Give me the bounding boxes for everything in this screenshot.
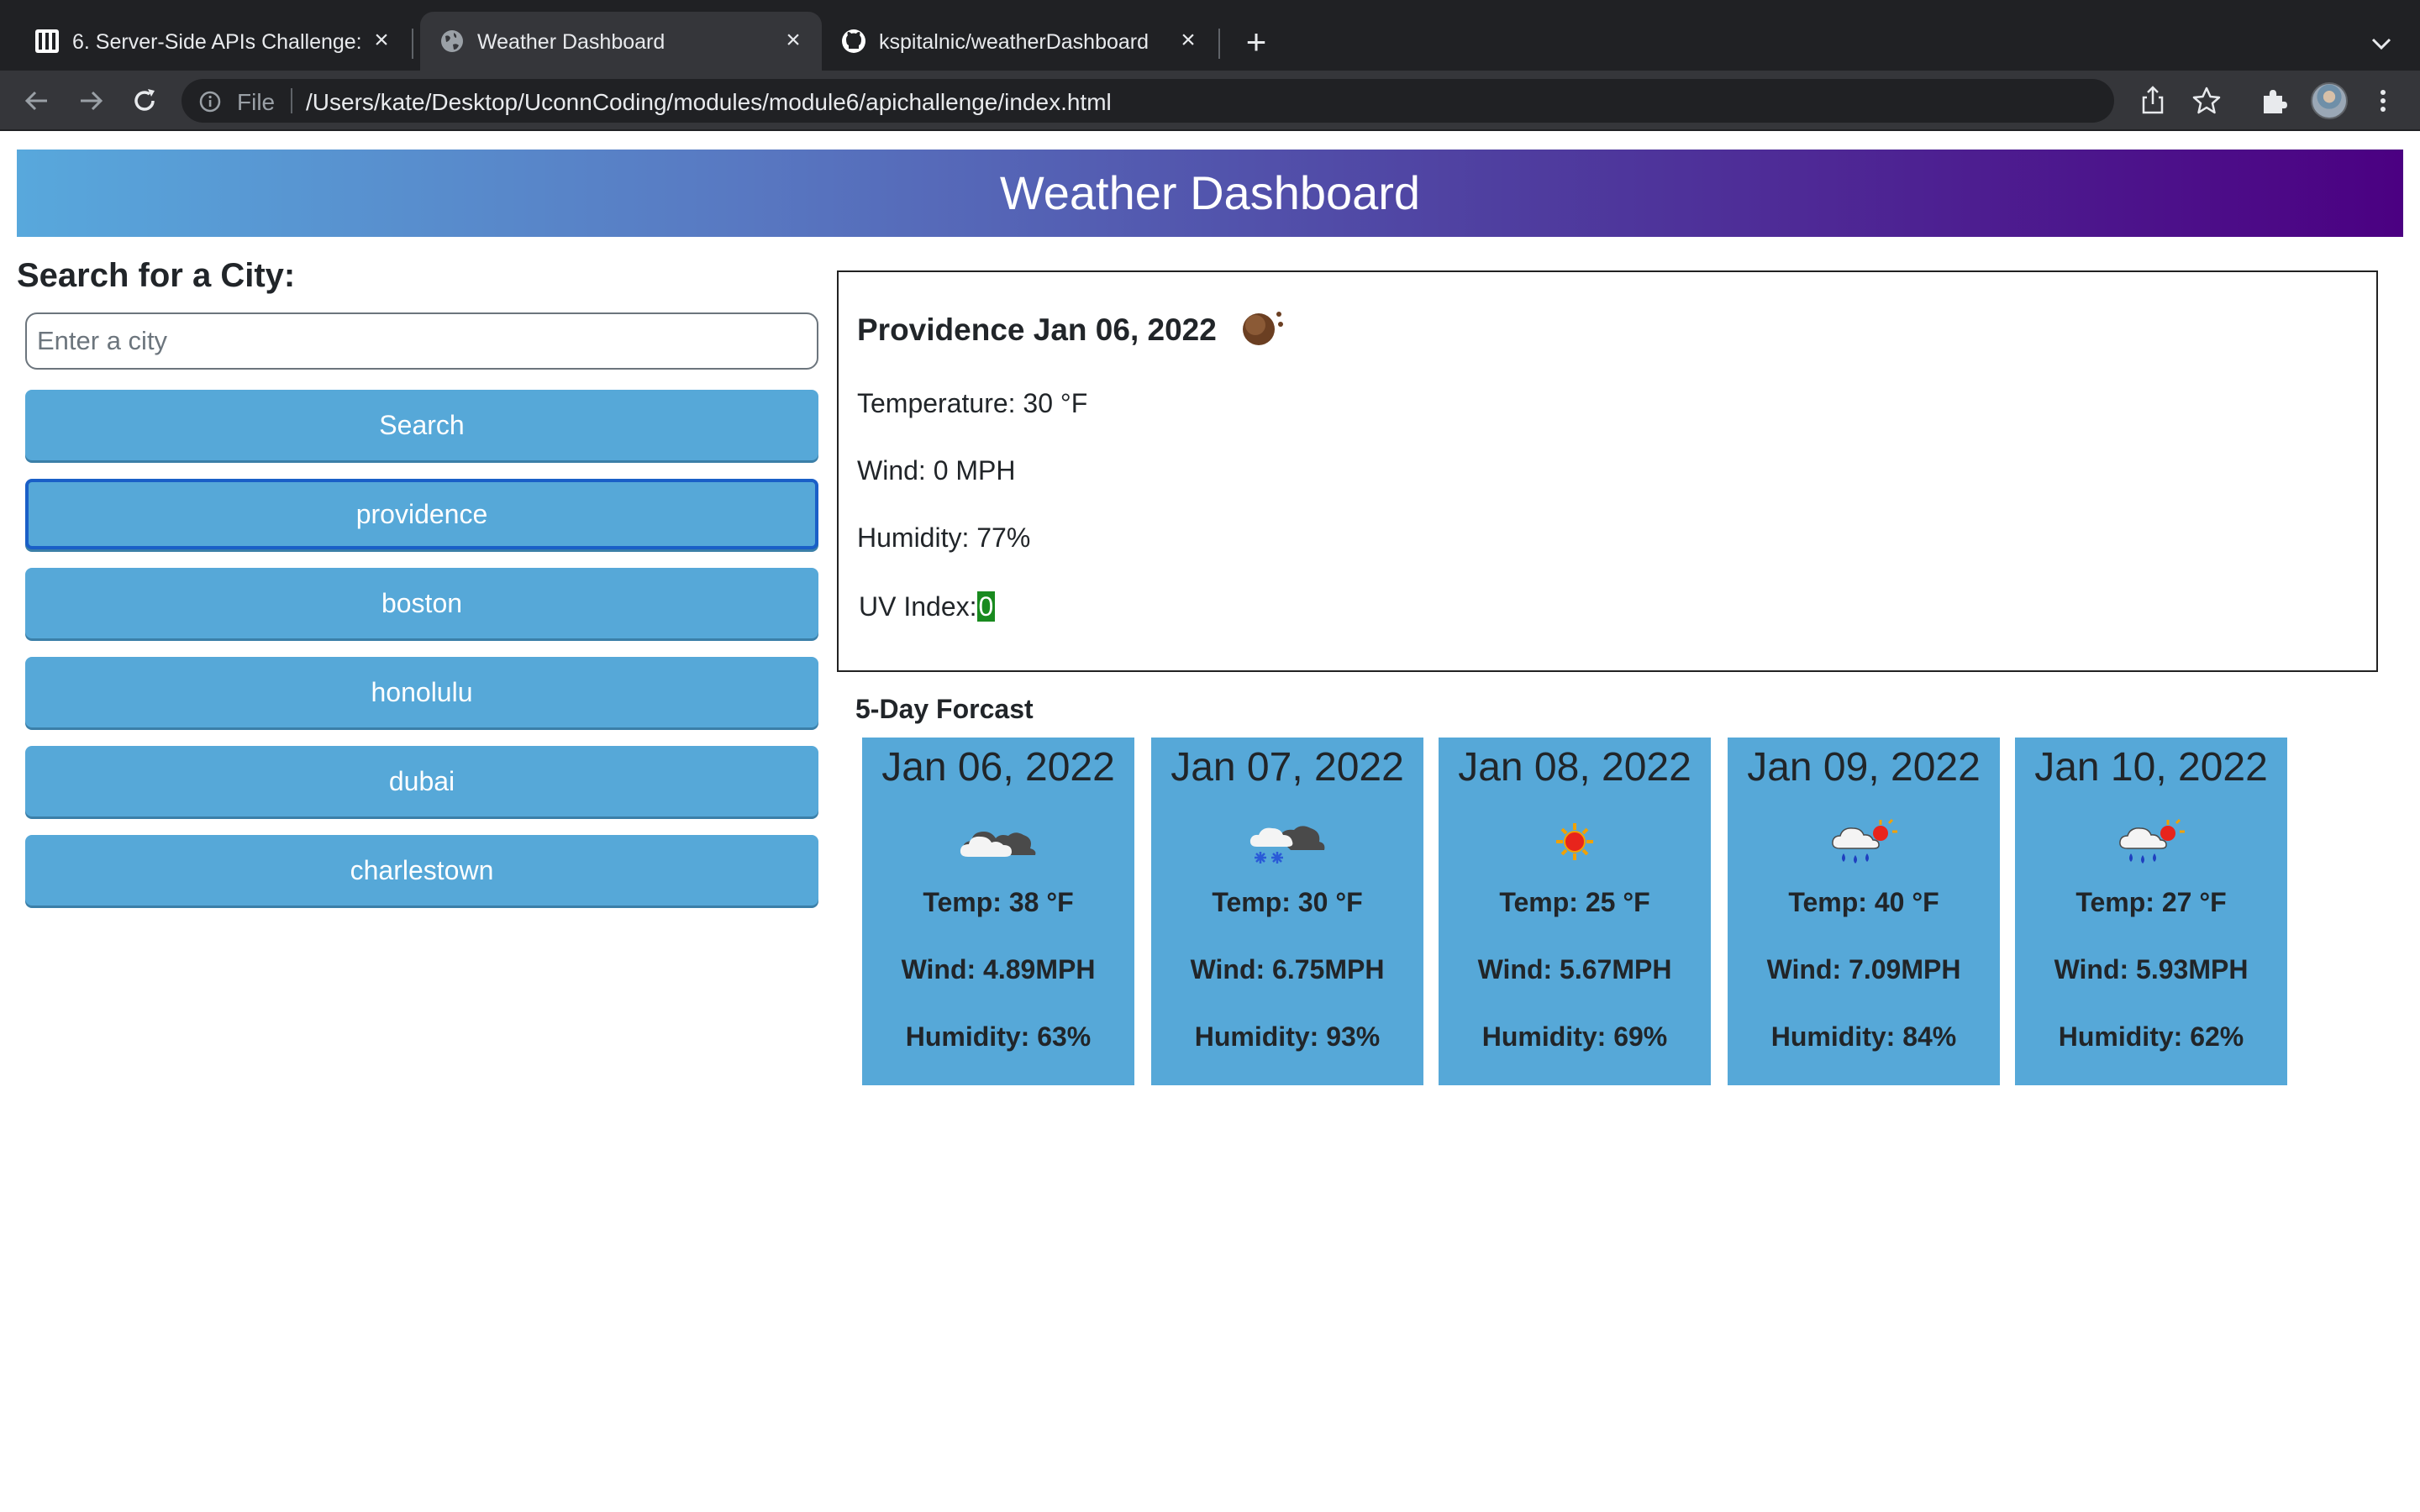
page-viewport: Weather Dashboard Search for a City: Sea… [0,133,2420,1512]
search-heading: Search for a City: [17,257,296,294]
share-icon[interactable] [2139,84,2166,118]
profile-avatar[interactable] [2311,82,2348,119]
info-icon[interactable] [198,90,222,113]
browser-tab-weather-dashboard[interactable]: Weather Dashboard × [420,12,822,71]
forecast-temp: Temp: 38 °F [923,887,1074,917]
tab-title: kspitalnic/weatherDashboard [879,30,1150,54]
cloud-icon [960,832,1036,857]
rain-sun-cloud-icon [2119,818,2185,864]
current-uv-index: UV Index:0 [859,591,996,622]
current-weather-panel: Providence Jan 06, 2022 Temperature: 30 … [837,270,2378,672]
search-button[interactable]: Search [25,390,818,460]
history-button-honolulu[interactable]: honolulu [25,657,818,727]
address-bar[interactable]: File /Users/kate/Desktop/UconnCoding/mod… [182,79,2114,123]
forecast-heading: 5-Day Forcast [855,694,1034,724]
forecast-date: Jan 09, 2022 [1747,745,1981,790]
browser-tab-github[interactable]: kspitalnic/weatherDashboard × [822,12,1217,71]
history-button-providence[interactable]: providence [25,479,818,549]
forecast-temp: Temp: 27 °F [2075,887,2227,917]
forecast-humidity: Humidity: 63% [905,1021,1092,1052]
forecast-card: Jan 09, 2022 Temp: 40 °F Wind: 7.09MPH H… [1728,738,2000,1085]
forecast-card: Jan 07, 2022 Temp: 30 °F Wind: 6.75MPH H… [1151,738,1423,1085]
page-title: Weather Dashboard [999,166,1421,219]
new-tab-plus-icon[interactable]: + [1239,24,1274,60]
snow-cloud-icon [1249,826,1325,864]
forecast-date: Jan 07, 2022 [1171,745,1404,790]
forecast-temp: Temp: 40 °F [1788,887,1939,917]
forecast-date: Jan 10, 2022 [2034,745,2268,790]
sun-icon [1556,823,1593,860]
current-temperature: Temperature: 30 °F [857,388,1088,418]
browser-toolbar: File /Users/kate/Desktop/UconnCoding/mod… [0,71,2420,131]
forecast-wind: Wind: 7.09MPH [1766,954,1961,984]
rain-sun-cloud-icon [1832,818,1897,864]
browser-tab-bar: 6. Server-Side APIs Challenge: × Weather… [0,0,2420,71]
forecast-wind: Wind: 5.93MPH [2054,954,2249,984]
forecast-card: Jan 06, 2022 Temp: 38 °F Wind: 4.89MPH H… [862,738,1134,1085]
reload-icon[interactable] [126,82,163,119]
history-button-dubai[interactable]: dubai [25,746,818,816]
history-button-charlestown[interactable]: charlestown [25,835,818,906]
globe-icon [441,30,463,52]
forward-arrow-icon[interactable] [72,82,109,119]
current-wind: Wind: 0 MPH [857,455,1016,486]
address-divider [291,88,292,113]
forecast-card: Jan 10, 2022 Temp: 27 °F Wind: 5.93MPH H… [2015,738,2287,1085]
chevron-down-icon[interactable] [2365,27,2398,60]
forecast-humidity: Humidity: 69% [1481,1021,1668,1052]
forecast-wind: Wind: 6.75MPH [1190,954,1385,984]
file-scheme-label: File [237,89,276,115]
forecast-humidity: Humidity: 93% [1194,1021,1381,1052]
forecast-date: Jan 06, 2022 [881,745,1115,790]
github-icon [842,29,865,53]
uv-index-label: UV Index: [859,591,977,622]
forecast-wind: Wind: 4.89MPH [901,954,1096,984]
current-city-date: Providence Jan 06, 2022 [857,312,1217,347]
forecast-humidity: Humidity: 62% [2058,1021,2244,1052]
close-tab-icon[interactable]: × [1175,27,1202,54]
close-tab-icon[interactable]: × [368,27,395,54]
current-humidity: Humidity: 77% [857,522,1031,553]
kebab-menu-icon[interactable] [2373,86,2393,116]
url-text[interactable]: /Users/kate/Desktop/UconnCoding/modules/… [306,89,1112,116]
moon-night-icon [1243,312,1283,345]
star-icon[interactable] [2191,86,2222,116]
tab-divider [1218,29,1220,59]
puzzle-piece-icon[interactable] [2259,86,2289,116]
uv-index-badge: 0 [976,591,996,622]
history-button-boston[interactable]: boston [25,568,818,638]
page-banner: Weather Dashboard [17,150,2403,237]
browser-tab-bootcamp[interactable]: 6. Server-Side APIs Challenge: × [15,12,410,71]
tab-divider [412,29,413,59]
forecast-date: Jan 08, 2022 [1458,745,1691,790]
back-arrow-icon[interactable] [18,82,55,119]
forecast-wind: Wind: 5.67MPH [1477,954,1672,984]
forecast-card: Jan 08, 2022 Temp: 25 °F Wind: 5.67MPH H… [1439,738,1711,1085]
forecast-humidity: Humidity: 84% [1770,1021,1957,1052]
bootcamp-logo-icon [35,29,59,53]
tab-title: 6. Server-Side APIs Challenge: [72,30,362,54]
city-search-input[interactable] [25,312,818,370]
tab-title: Weather Dashboard [477,30,666,54]
close-tab-icon[interactable]: × [780,27,807,54]
forecast-temp: Temp: 30 °F [1212,887,1363,917]
forecast-temp: Temp: 25 °F [1499,887,1650,917]
